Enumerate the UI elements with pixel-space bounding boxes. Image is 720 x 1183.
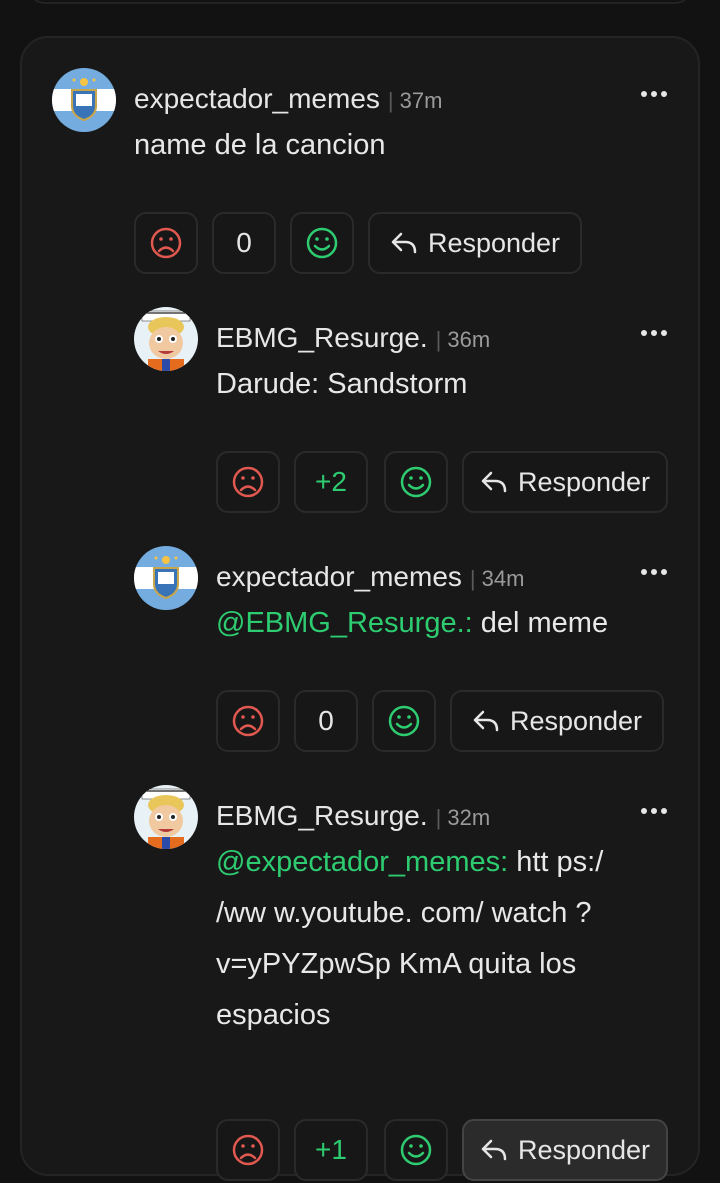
comment-1: expectador_memes | 37m name de la cancion …	[52, 68, 672, 308]
username[interactable]: EBMG_Resurge.	[216, 800, 428, 831]
comment-text: @expectador_memes: htt ps:/ /ww w.youtube…	[216, 837, 603, 1041]
more-dots-icon[interactable]	[636, 321, 672, 345]
comment-header: EBMG_Resurge. | 32m	[216, 799, 490, 835]
smile-face-icon	[400, 1134, 432, 1166]
comment-2: EBMG_Resurge. | 36m Darude: Sandstorm +2 R…	[134, 307, 674, 547]
comment-text: Darude: Sandstorm	[216, 359, 467, 410]
comment-text-content: htt ps:/	[508, 846, 604, 878]
comment-text: name de la cancion	[134, 120, 386, 171]
comment-header: expectador_memes | 34m	[216, 560, 524, 596]
reply-button[interactable]: Responder	[368, 212, 582, 274]
comment-text: @EBMG_Resurge.: del meme	[216, 598, 608, 649]
comment-text-content: name de la cancion	[134, 129, 386, 161]
upvote-button[interactable]	[372, 690, 436, 752]
sad-face-icon	[232, 466, 264, 498]
separator: |	[387, 88, 394, 113]
score-value: 0	[236, 227, 252, 258]
previous-card-edge	[28, 0, 692, 4]
upvote-button[interactable]	[384, 1119, 448, 1181]
timestamp: 37m	[399, 88, 443, 113]
reply-arrow-icon	[391, 232, 417, 254]
avatar-puppet[interactable]	[134, 307, 198, 371]
comment-text-content: Darude: Sandstorm	[216, 368, 468, 400]
comment-header: EBMG_Resurge. | 36m	[216, 321, 490, 357]
sad-face-icon	[232, 1134, 264, 1166]
separator: |	[435, 805, 442, 830]
avatar-puppet[interactable]	[134, 785, 198, 849]
avatar-argentina-crest[interactable]	[52, 68, 116, 132]
comment-4: EBMG_Resurge. | 32m @expectador_memes: htt…	[134, 785, 674, 1181]
comment-line: espacios	[216, 999, 331, 1031]
sad-face-icon	[150, 227, 182, 259]
timestamp: 34m	[481, 566, 525, 591]
score-display: +2	[294, 451, 368, 513]
score-display: 0	[294, 690, 358, 752]
score-display: +1	[294, 1119, 368, 1181]
username[interactable]: expectador_memes	[134, 83, 380, 114]
reply-label: Responder	[427, 227, 561, 258]
score-value: +1	[315, 1134, 347, 1165]
score-value: +2	[315, 466, 347, 497]
mention-link[interactable]: @EBMG_Resurge.:	[216, 607, 473, 639]
comment-line: @expectador_memes: htt ps:/	[216, 837, 603, 888]
more-dots-icon[interactable]	[636, 560, 672, 584]
comment-text-content: del meme	[472, 607, 609, 639]
smile-face-icon	[400, 466, 432, 498]
reply-label: Responder	[509, 705, 643, 736]
upvote-button[interactable]	[384, 451, 448, 513]
downvote-button[interactable]	[216, 690, 280, 752]
separator: |	[435, 327, 442, 352]
reply-label: Responder	[517, 1134, 651, 1165]
comment-line: v=yPYZpwSp KmA quita los	[216, 948, 577, 980]
reply-label: Responder	[517, 466, 651, 497]
avatar-argentina-crest[interactable]	[134, 546, 198, 610]
downvote-button[interactable]	[134, 212, 198, 274]
comment-line: /ww w.youtube. com/ watch ?	[216, 897, 592, 929]
score-value: 0	[318, 705, 334, 736]
separator: |	[469, 566, 476, 591]
timestamp: 36m	[447, 327, 491, 352]
smile-face-icon	[306, 227, 338, 259]
upvote-button[interactable]	[290, 212, 354, 274]
username[interactable]: expectador_memes	[216, 561, 462, 592]
reply-button[interactable]: Responder	[462, 1119, 668, 1181]
timestamp: 32m	[447, 805, 491, 830]
more-dots-icon[interactable]	[636, 799, 672, 823]
comment-3: expectador_memes | 34m @EBMG_Resurge.: del…	[134, 546, 674, 786]
reply-arrow-icon	[473, 710, 499, 732]
reply-arrow-icon	[481, 1139, 507, 1161]
comment-header: expectador_memes | 37m	[134, 82, 442, 118]
sad-face-icon	[232, 705, 264, 737]
reply-arrow-icon	[481, 471, 507, 493]
score-display: 0	[212, 212, 276, 274]
downvote-button[interactable]	[216, 451, 280, 513]
reply-button[interactable]: Responder	[462, 451, 668, 513]
reply-button[interactable]: Responder	[450, 690, 664, 752]
comment-thread-card: expectador_memes | 37m name de la cancion …	[20, 36, 700, 1181]
username[interactable]: EBMG_Resurge.	[216, 322, 428, 353]
downvote-button[interactable]	[216, 1119, 280, 1181]
mention-link[interactable]: @expectador_memes:	[216, 846, 508, 878]
more-dots-icon[interactable]	[636, 82, 672, 106]
smile-face-icon	[388, 705, 420, 737]
